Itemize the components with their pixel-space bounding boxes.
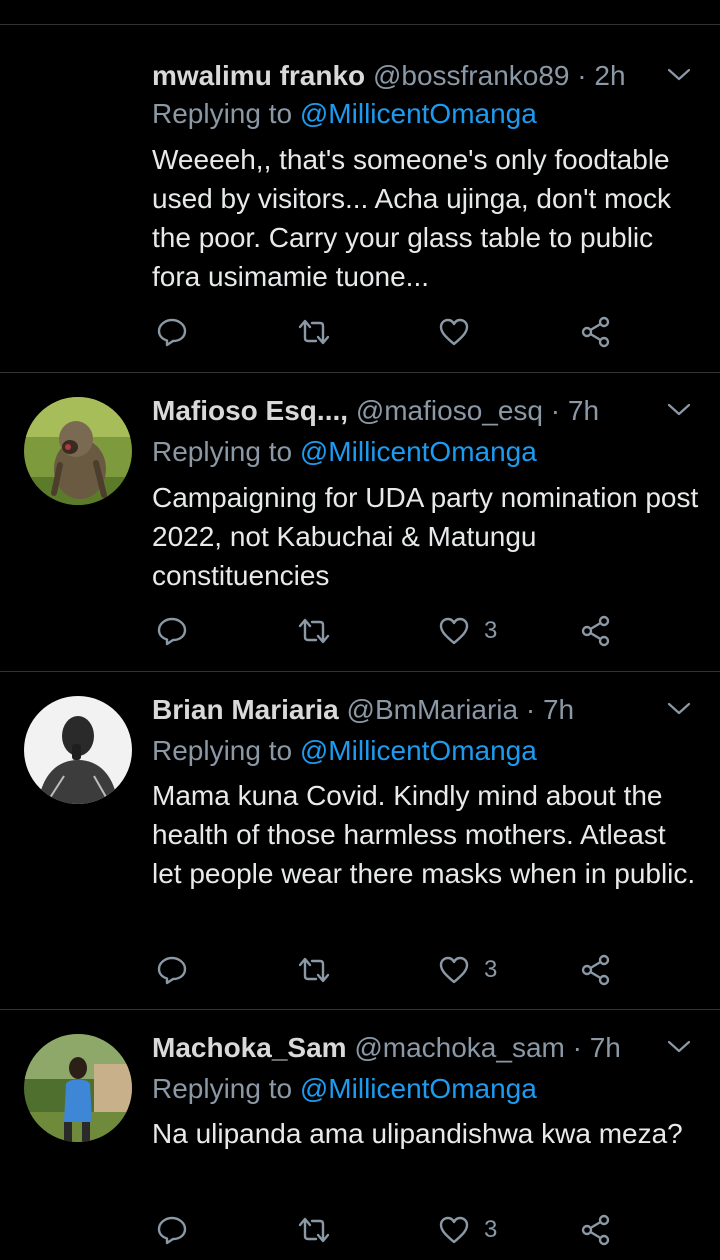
share-button[interactable]: [580, 312, 612, 352]
author-handle[interactable]: @mafioso_esq: [356, 395, 543, 426]
reply-button[interactable]: [156, 611, 188, 651]
avatar[interactable]: [24, 696, 132, 804]
tweet-mafioso-esq[interactable]: Mafioso Esq..., @mafioso_esq · 7h Replyi…: [0, 373, 720, 672]
replying-to: Replying to @MillicentOmanga: [152, 94, 537, 134]
like-icon: [439, 1216, 469, 1244]
replying-to-label: Replying to: [152, 735, 293, 766]
tweet-actions: 3: [152, 950, 652, 990]
share-button[interactable]: [580, 611, 612, 651]
man-portrait-avatar-image: [24, 696, 132, 804]
tweet-time[interactable]: 7h: [590, 1032, 621, 1063]
chevron-down-icon[interactable]: [666, 1034, 692, 1060]
reply-icon: [157, 956, 187, 985]
tweet-header: mwalimu franko @bossfranko89 · 2h: [152, 56, 650, 96]
tweet-actions: 3: [152, 1210, 652, 1250]
like-count: 3: [484, 617, 498, 644]
reply-button[interactable]: [156, 312, 188, 352]
replying-to: Replying to @MillicentOmanga: [152, 1069, 537, 1109]
mention-link[interactable]: @MillicentOmanga: [300, 436, 537, 467]
share-button[interactable]: [580, 1210, 612, 1250]
replying-to-label: Replying to: [152, 436, 293, 467]
separator-dot: ·: [550, 395, 561, 426]
mention-link[interactable]: @MillicentOmanga: [300, 1073, 537, 1104]
tweet-time[interactable]: 7h: [543, 694, 574, 725]
avatar[interactable]: [24, 1034, 132, 1142]
retweet-button[interactable]: [296, 1210, 332, 1250]
like-icon: [439, 956, 469, 984]
tweet-time[interactable]: 7h: [568, 395, 599, 426]
tweet-header: Brian Mariaria @BmMariaria · 7h: [152, 690, 650, 730]
baboon-avatar-image: [24, 397, 132, 505]
share-button[interactable]: [580, 950, 612, 990]
retweet-icon: [298, 319, 330, 345]
separator-dot: ·: [577, 60, 587, 91]
like-button[interactable]: 3: [438, 611, 497, 651]
mention-link[interactable]: @MillicentOmanga: [300, 735, 537, 766]
like-button[interactable]: 3: [438, 950, 497, 990]
tweet-text: Mama kuna Covid. Kindly mind about the h…: [152, 780, 696, 889]
reply-icon: [157, 617, 187, 646]
reply-icon: [157, 318, 187, 347]
retweet-button[interactable]: [296, 611, 332, 651]
share-icon: [581, 316, 610, 348]
tweet-text: Na ulipanda ama ulipandishwa kwa meza?: [152, 1118, 683, 1149]
author-name[interactable]: mwalimu franko: [152, 60, 365, 91]
tweet-text: Campaigning for UDA party nomination pos…: [152, 482, 699, 591]
retweet-icon: [298, 1217, 330, 1243]
tweet-header: Mafioso Esq..., @mafioso_esq · 7h: [152, 391, 650, 431]
tweet-header: Machoka_Sam @machoka_sam · 7h: [152, 1028, 650, 1068]
tweet-actions: [152, 312, 652, 352]
author-handle[interactable]: @BmMariaria: [347, 694, 519, 725]
replying-to-label: Replying to: [152, 98, 293, 129]
replying-to-label: Replying to: [152, 1073, 293, 1104]
man-outdoors-avatar-image: [24, 1034, 132, 1142]
mention-link[interactable]: @MillicentOmanga: [300, 98, 537, 129]
retweet-icon: [298, 957, 330, 983]
author-name[interactable]: Machoka_Sam: [152, 1032, 347, 1063]
share-icon: [581, 615, 610, 647]
replying-to: Replying to @MillicentOmanga: [152, 731, 537, 771]
retweet-button[interactable]: [296, 950, 332, 990]
top-divider: [0, 24, 720, 25]
author-name[interactable]: Brian Mariaria: [152, 694, 339, 725]
reply-button[interactable]: [156, 1210, 188, 1250]
tweet-text: Weeeeh,, that's someone's only foodtable…: [152, 144, 671, 292]
separator-dot: ·: [525, 694, 536, 725]
tweet-machoka-sam[interactable]: Machoka_Sam @machoka_sam · 7h Replying t…: [0, 1010, 720, 1260]
reply-button[interactable]: [156, 950, 188, 990]
share-icon: [581, 1214, 610, 1246]
like-icon: [439, 318, 469, 346]
share-icon: [581, 954, 610, 986]
author-handle[interactable]: @machoka_sam: [354, 1032, 565, 1063]
chevron-down-icon[interactable]: [666, 397, 692, 423]
retweet-button[interactable]: [296, 312, 332, 352]
tweet-actions: 3: [152, 611, 652, 651]
avatar[interactable]: [24, 397, 132, 505]
author-handle[interactable]: @bossfranko89: [373, 60, 570, 91]
reply-icon: [157, 1216, 187, 1245]
chevron-down-icon[interactable]: [666, 62, 692, 88]
separator-dot: ·: [572, 1032, 582, 1063]
retweet-icon: [298, 618, 330, 644]
like-icon: [439, 617, 469, 645]
tweet-mwalimu-franko[interactable]: mwalimu franko @bossfranko89 · 2h Replyi…: [0, 36, 720, 373]
replying-to: Replying to @MillicentOmanga: [152, 432, 537, 472]
tweet-brian-mariaria[interactable]: Brian Mariaria @BmMariaria · 7h Replying…: [0, 672, 720, 1010]
author-name[interactable]: Mafioso Esq...,: [152, 395, 348, 426]
like-count: 3: [484, 1216, 498, 1243]
like-button[interactable]: [438, 312, 484, 352]
like-button[interactable]: 3: [438, 1210, 497, 1250]
chevron-down-icon[interactable]: [666, 696, 692, 722]
like-count: 3: [484, 956, 498, 983]
tweet-time[interactable]: 2h: [594, 60, 625, 91]
